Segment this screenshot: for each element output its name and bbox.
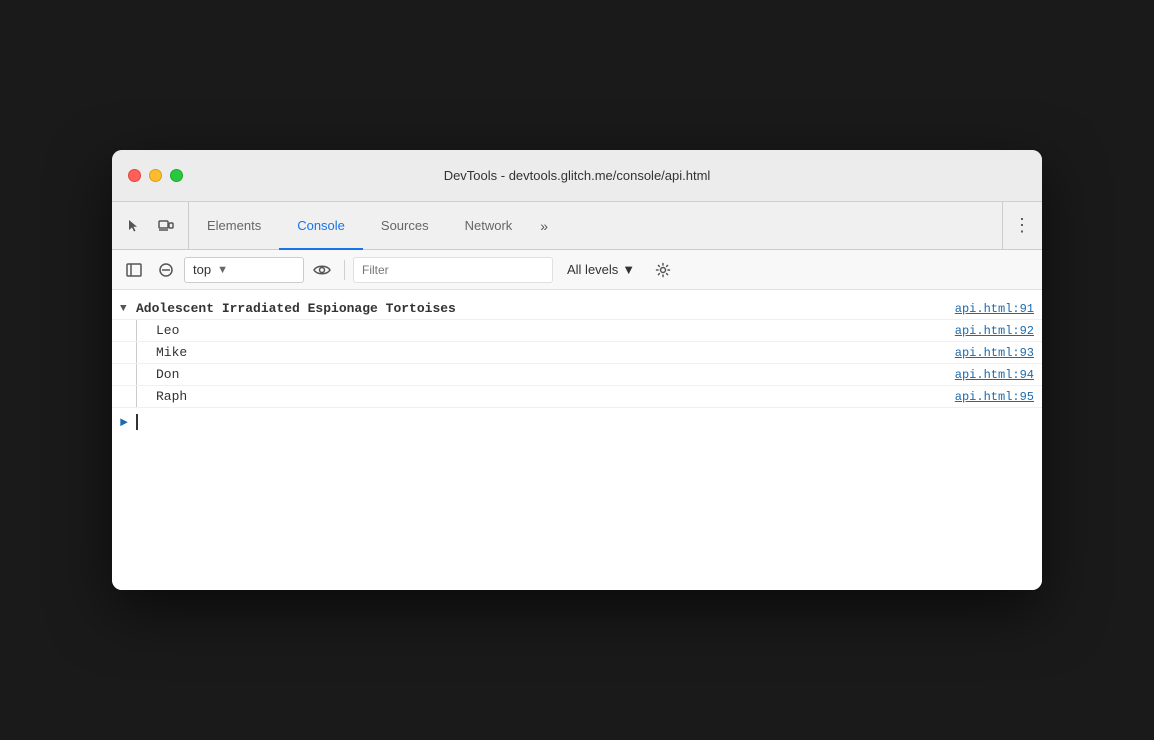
tabs: Elements Console Sources Network »	[189, 202, 1002, 249]
group-expand-arrow[interactable]: ▼	[120, 303, 132, 315]
log-item-don-link[interactable]: api.html:94	[955, 368, 1034, 382]
more-tabs-button[interactable]: »	[530, 202, 558, 249]
log-group-header[interactable]: ▼ Adolescent Irradiated Espionage Tortoi…	[112, 298, 1042, 320]
tabbar-left-icons	[112, 202, 189, 249]
log-item-raph-link[interactable]: api.html:95	[955, 390, 1034, 404]
options-button[interactable]: ⋮	[1013, 215, 1032, 236]
window-title: DevTools - devtools.glitch.me/console/ap…	[444, 168, 711, 183]
toolbar-divider	[344, 260, 345, 280]
tab-network[interactable]: Network	[447, 203, 531, 250]
log-item-mike-link[interactable]: api.html:93	[955, 346, 1034, 360]
log-item-don-text: Don	[140, 367, 955, 382]
log-item-don: Don api.html:94	[112, 364, 1042, 386]
group-source-link[interactable]: api.html:91	[955, 302, 1034, 316]
console-toolbar: top ▼ All levels ▼	[112, 250, 1042, 290]
group-title: Adolescent Irradiated Espionage Tortoise…	[136, 301, 955, 316]
maximize-button[interactable]	[170, 169, 183, 182]
tab-elements[interactable]: Elements	[189, 203, 279, 250]
context-value: top	[193, 262, 211, 277]
indent-line	[136, 320, 137, 341]
cursor-icon-button[interactable]	[120, 212, 148, 240]
filter-input[interactable]	[353, 257, 553, 283]
live-expressions-button[interactable]	[308, 256, 336, 284]
log-item-leo: Leo api.html:92	[112, 320, 1042, 342]
context-arrow-icon: ▼	[217, 264, 228, 276]
titlebar: DevTools - devtools.glitch.me/console/ap…	[112, 150, 1042, 202]
levels-label: All levels	[567, 262, 618, 277]
log-item-raph: Raph api.html:95	[112, 386, 1042, 408]
prompt-cursor	[136, 414, 138, 430]
close-button[interactable]	[128, 169, 141, 182]
log-item-raph-text: Raph	[140, 389, 955, 404]
levels-arrow-icon: ▼	[622, 262, 635, 277]
clear-console-button[interactable]	[152, 256, 180, 284]
tabbar: Elements Console Sources Network » ⋮	[112, 202, 1042, 250]
context-selector[interactable]: top ▼	[184, 257, 304, 283]
log-item-leo-link[interactable]: api.html:92	[955, 324, 1034, 338]
device-icon-button[interactable]	[152, 212, 180, 240]
log-item-mike-text: Mike	[140, 345, 955, 360]
minimize-button[interactable]	[149, 169, 162, 182]
prompt-arrow-icon: ►	[120, 415, 128, 430]
console-settings-button[interactable]	[649, 256, 677, 284]
log-item-mike: Mike api.html:93	[112, 342, 1042, 364]
traffic-lights	[128, 169, 183, 182]
indent-line	[136, 386, 137, 407]
tab-sources[interactable]: Sources	[363, 203, 447, 250]
sidebar-toggle-button[interactable]	[120, 256, 148, 284]
log-item-leo-text: Leo	[140, 323, 955, 338]
console-output: ▼ Adolescent Irradiated Espionage Tortoi…	[112, 290, 1042, 590]
console-prompt[interactable]: ►	[112, 408, 1042, 436]
devtools-window: DevTools - devtools.glitch.me/console/ap…	[112, 150, 1042, 590]
indent-line	[136, 342, 137, 363]
tab-console[interactable]: Console	[279, 203, 363, 250]
log-levels-button[interactable]: All levels ▼	[557, 257, 645, 283]
indent-line	[136, 364, 137, 385]
tabbar-right: ⋮	[1002, 202, 1042, 249]
